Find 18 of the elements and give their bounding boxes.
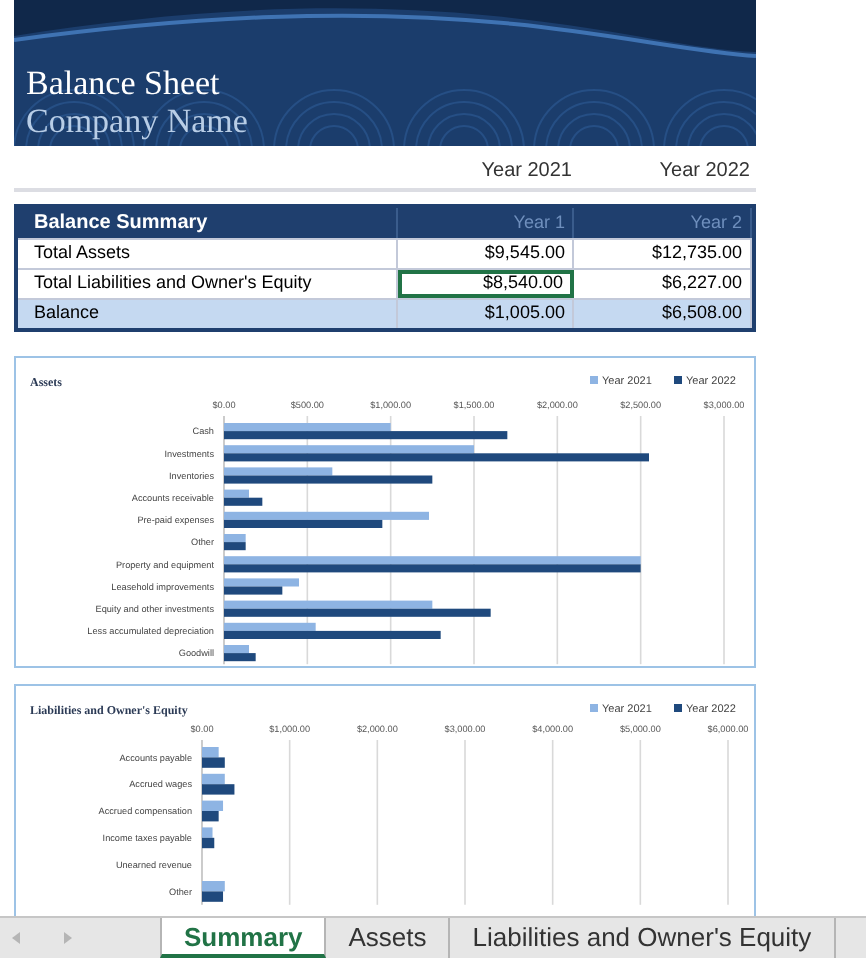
table-cell[interactable]: $6,508.00 <box>574 300 752 328</box>
year-header: Year 2022 <box>659 158 750 186</box>
scroll-left-icon[interactable] <box>12 932 20 944</box>
row-label: Balance <box>34 300 100 327</box>
column-header: Year 2 <box>690 209 742 236</box>
sheet-title: Balance Sheet <box>26 64 220 102</box>
sheet-tab[interactable]: Liabilities and Owner's Equity <box>450 918 836 958</box>
sheet-tab[interactable]: Summary <box>160 918 327 958</box>
table-cell[interactable]: $1,005.00 <box>397 300 575 328</box>
row-label: Total Liabilities and Owner's Equity <box>34 270 312 297</box>
year-header: Year 2021 <box>481 158 572 186</box>
row-label: Total Assets <box>34 240 131 267</box>
column-header: Year 1 <box>513 209 565 236</box>
table-title: Balance Summary <box>34 210 208 238</box>
sheet-tab[interactable]: Assets <box>326 918 451 958</box>
company-name: Company Name <box>26 102 248 140</box>
scroll-right-icon[interactable] <box>64 932 72 944</box>
table-cell[interactable]: $8,540.00 <box>397 270 575 298</box>
